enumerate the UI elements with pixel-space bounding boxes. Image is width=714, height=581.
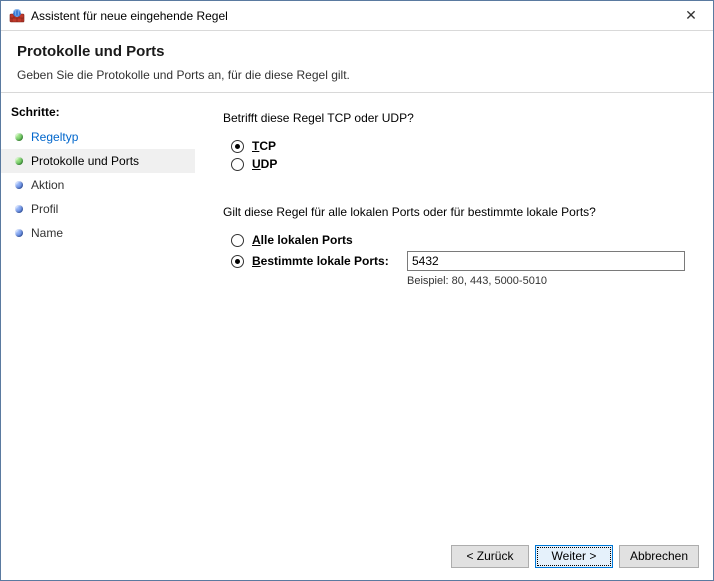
close-icon: ✕ — [685, 7, 697, 24]
step-label: Aktion — [31, 177, 64, 193]
steps-list: Regeltyp Protokolle und Ports Aktion Pro… — [1, 125, 195, 245]
step-label: Protokolle und Ports — [31, 153, 139, 169]
radio-icon — [231, 140, 244, 153]
ports-section: Gilt diese Regel für alle lokalen Ports … — [223, 205, 685, 287]
wizard-window: Assistent für neue eingehende Regel ✕ Pr… — [0, 0, 714, 581]
radio-label-specific-ports: Bestimmte lokale Ports: — [252, 254, 407, 268]
specific-ports-input[interactable] — [407, 251, 685, 271]
close-button[interactable]: ✕ — [669, 1, 713, 30]
radio-tcp[interactable]: TCP — [231, 139, 685, 153]
protocol-question: Betrifft diese Regel TCP oder UDP? — [223, 111, 685, 125]
radio-icon — [231, 158, 244, 171]
radio-label-all-ports: Alle lokalen Ports — [252, 233, 407, 247]
steps-heading: Schritte: — [1, 101, 195, 125]
page-subtitle: Geben Sie die Protokolle und Ports an, f… — [17, 68, 697, 82]
step-bullet-icon — [15, 205, 23, 213]
step-bullet-icon — [15, 157, 23, 165]
radio-label-tcp: TCP — [252, 139, 276, 153]
back-button[interactable]: < Zurück — [451, 545, 529, 568]
step-bullet-icon — [15, 229, 23, 237]
page-title: Protokolle und Ports — [17, 43, 697, 60]
step-label: Regeltyp — [31, 129, 78, 145]
wizard-content: Betrifft diese Regel TCP oder UDP? TCP U… — [195, 93, 713, 532]
cancel-button[interactable]: Abbrechen — [619, 545, 699, 568]
wizard-body: Schritte: Regeltyp Protokolle und Ports … — [1, 93, 713, 532]
step-bullet-icon — [15, 181, 23, 189]
step-protokolle-und-ports[interactable]: Protokolle und Ports — [1, 149, 195, 173]
window-title: Assistent für neue eingehende Regel — [31, 9, 228, 23]
radio-label-udp: UDP — [252, 157, 277, 171]
step-profil[interactable]: Profil — [1, 197, 195, 221]
next-button[interactable]: Weiter > — [535, 545, 613, 568]
step-name[interactable]: Name — [1, 221, 195, 245]
radio-all-ports[interactable]: Alle lokalen Ports — [231, 233, 685, 247]
radio-icon — [231, 234, 244, 247]
step-regeltyp[interactable]: Regeltyp — [1, 125, 195, 149]
step-aktion[interactable]: Aktion — [1, 173, 195, 197]
step-bullet-icon — [15, 133, 23, 141]
ports-example: Beispiel: 80, 443, 5000-5010 — [407, 275, 685, 287]
radio-icon — [231, 255, 244, 268]
step-label: Name — [31, 225, 63, 241]
firewall-icon — [9, 8, 25, 24]
ports-question: Gilt diese Regel für alle lokalen Ports … — [223, 205, 685, 219]
radio-specific-ports[interactable]: Bestimmte lokale Ports: — [231, 251, 685, 271]
wizard-footer: < Zurück Weiter > Abbrechen — [1, 532, 713, 580]
radio-udp[interactable]: UDP — [231, 157, 685, 171]
step-label: Profil — [31, 201, 58, 217]
wizard-header: Protokolle und Ports Geben Sie die Proto… — [1, 31, 713, 92]
titlebar: Assistent für neue eingehende Regel ✕ — [1, 1, 713, 31]
steps-sidebar: Schritte: Regeltyp Protokolle und Ports … — [1, 93, 195, 532]
